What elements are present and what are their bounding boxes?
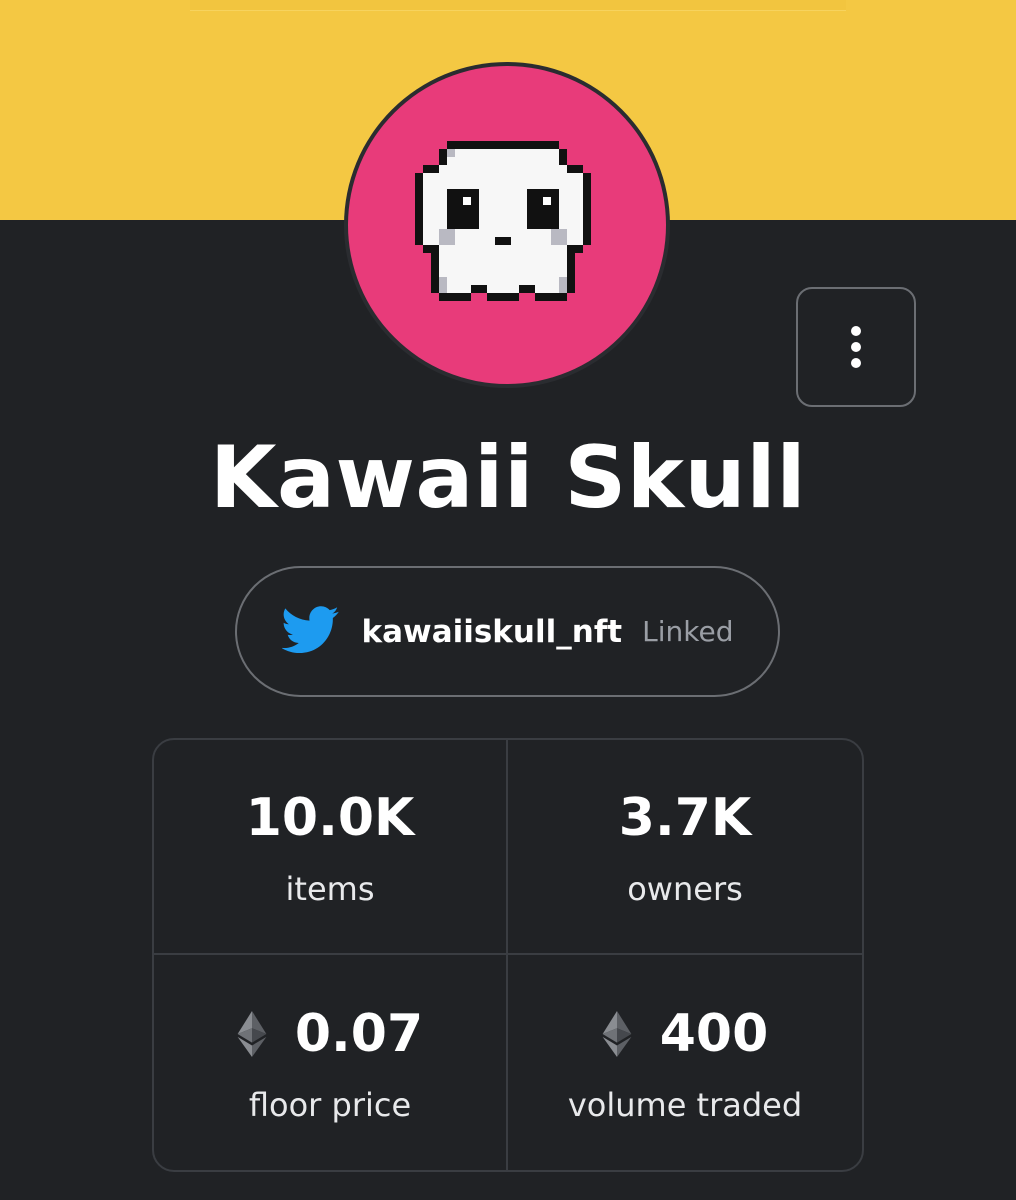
- twitter-link-pill[interactable]: kawaiiskull_nft Linked: [235, 566, 780, 697]
- ethereum-icon: [237, 1010, 267, 1057]
- stat-items: 10.0K items: [154, 740, 508, 955]
- stat-label: owners: [627, 869, 743, 908]
- stat-volume-traded: 400 volume traded: [508, 955, 862, 1170]
- twitter-handle: kawaiiskull_nft: [361, 613, 623, 650]
- stat-label: items: [285, 869, 375, 908]
- collection-avatar: [348, 66, 666, 384]
- banner-strip: [190, 0, 846, 11]
- pixel-skull-icon: [415, 141, 591, 301]
- stat-value: 3.7K: [618, 787, 752, 848]
- collection-stats: 10.0K items 3.7K owners 0.07 floor price…: [152, 738, 864, 1172]
- stat-value: 10.0K: [245, 787, 415, 848]
- stat-floor-price: 0.07 floor price: [154, 955, 508, 1170]
- more-options-button[interactable]: [796, 287, 916, 407]
- stat-value: 400: [659, 1003, 769, 1064]
- stat-label: floor price: [248, 1085, 412, 1124]
- twitter-linked-status: Linked: [642, 615, 734, 648]
- stat-label: volume traded: [567, 1085, 803, 1124]
- stat-owners: 3.7K owners: [508, 740, 862, 955]
- twitter-bird-icon: [280, 605, 340, 658]
- collection-profile: Kawaii Skull kawaiiskull_nft Linked 10.0…: [0, 0, 1016, 1200]
- ethereum-icon: [602, 1010, 632, 1057]
- collection-title: Kawaii Skull: [209, 428, 807, 528]
- stat-value: 0.07: [294, 1003, 424, 1064]
- more-vertical-icon: [851, 326, 861, 368]
